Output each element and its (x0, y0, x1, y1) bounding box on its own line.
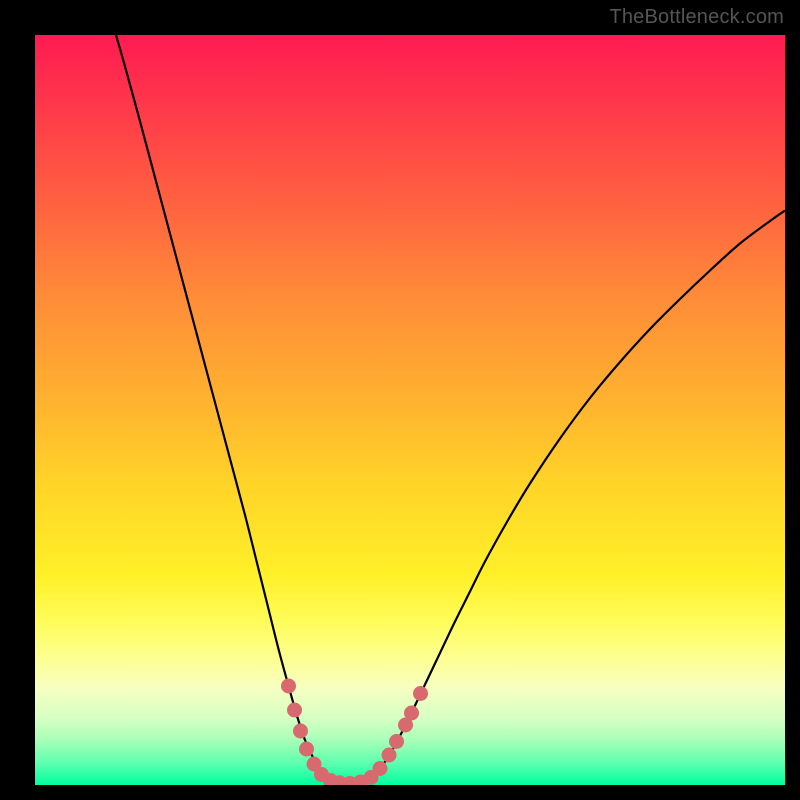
marker-dot (390, 735, 404, 749)
marker-dot (382, 748, 396, 762)
bottleneck-curve (116, 35, 785, 784)
marker-dot (405, 706, 419, 720)
marker-dot (282, 679, 296, 693)
marker-dot (288, 703, 302, 717)
marker-dot (414, 687, 428, 701)
chart-frame: TheBottleneck.com (0, 0, 800, 800)
attribution-text: TheBottleneck.com (609, 6, 784, 29)
marker-dot (373, 762, 387, 776)
marker-dot (294, 724, 308, 738)
marker-dot (300, 742, 314, 756)
plot-area (35, 35, 785, 785)
bottleneck-curve-svg (35, 35, 785, 785)
bottleneck-markers (282, 679, 428, 785)
